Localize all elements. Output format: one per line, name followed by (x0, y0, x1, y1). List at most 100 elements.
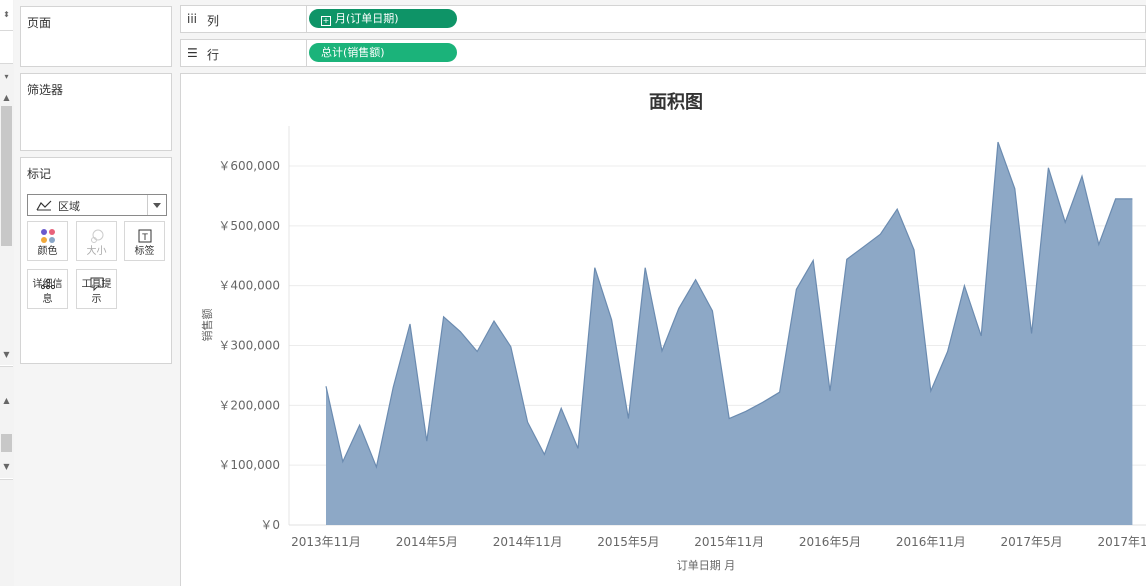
scroll-up-icon[interactable]: ▲ (2, 93, 11, 102)
x-tick-label: 2013年11月 (291, 535, 361, 549)
area-mark-icon (36, 200, 52, 211)
data-point[interactable] (375, 466, 378, 469)
data-point[interactable] (812, 259, 815, 262)
x-tick-label: 2014年5月 (396, 535, 458, 549)
data-point[interactable] (610, 318, 613, 321)
filters-card[interactable]: 筛选器 (20, 73, 172, 151)
expand-icon[interactable]: + (321, 16, 331, 26)
data-point[interactable] (1047, 166, 1050, 169)
data-point[interactable] (929, 390, 932, 393)
data-point[interactable] (778, 391, 781, 394)
strip-divider (0, 365, 13, 367)
y-axis-title: 销售额 (200, 309, 214, 342)
color-button[interactable]: 颜色 (27, 221, 68, 261)
data-point[interactable] (560, 407, 563, 410)
marks-card: 标记 区域 颜色 大小 T 标签 详细信息 工具提示 (20, 157, 172, 364)
data-point[interactable] (946, 350, 949, 353)
sort-arrows-icon[interactable]: ⬍ (2, 10, 11, 19)
data-point[interactable] (627, 417, 630, 420)
data-point[interactable] (1114, 197, 1117, 200)
marks-title: 标记 (27, 167, 52, 181)
label-button[interactable]: T 标签 (124, 221, 165, 261)
mark-type-label: 区域 (58, 200, 80, 213)
data-point[interactable] (459, 330, 462, 333)
x-tick-label: 2016年11月 (896, 535, 966, 549)
data-point[interactable] (829, 390, 832, 393)
data-point[interactable] (896, 208, 899, 211)
chevron-down-icon[interactable]: ▾ (2, 72, 11, 81)
tooltip-button[interactable]: 工具提示 (76, 269, 117, 309)
scrollbar-thumb[interactable] (1, 106, 12, 246)
scroll-down-icon[interactable]: ▼ (2, 462, 11, 471)
data-point[interactable] (879, 233, 882, 236)
data-point[interactable] (509, 345, 512, 348)
chevron-down-icon[interactable] (147, 195, 166, 215)
y-tick-label: ￥300,000 (218, 339, 280, 353)
x-tick-label: 2014年11月 (493, 535, 563, 549)
shelf-divider (306, 6, 307, 32)
data-point[interactable] (677, 307, 680, 310)
data-point[interactable] (442, 315, 445, 318)
filters-title: 筛选器 (27, 83, 64, 97)
mark-type-select[interactable]: 区域 (27, 194, 167, 216)
data-point[interactable] (661, 349, 664, 352)
data-point[interactable] (493, 320, 496, 323)
data-point[interactable] (325, 385, 328, 388)
area-chart[interactable]: ￥0 ￥100,000 ￥200,000 ￥300,000 ￥400,000 ￥500,0… (181, 74, 1146, 586)
data-point[interactable] (963, 284, 966, 287)
scroll-up-icon[interactable]: ▲ (2, 396, 11, 405)
rows-shelf[interactable]: ☰ 行 总计(销售额) (180, 39, 1146, 67)
data-point[interactable] (593, 266, 596, 269)
data-point[interactable] (728, 417, 731, 420)
data-point[interactable] (845, 258, 848, 261)
data-point[interactable] (862, 245, 865, 248)
size-button[interactable]: 大小 (76, 221, 117, 261)
data-point[interactable] (476, 350, 479, 353)
columns-shelf[interactable]: iii 列 + 月(订单日期) (180, 5, 1146, 33)
data-point[interactable] (358, 424, 361, 427)
data-point[interactable] (1064, 221, 1067, 224)
area-fill[interactable] (326, 142, 1133, 525)
data-point[interactable] (997, 141, 1000, 144)
detail-button[interactable]: 详细信息 (27, 269, 68, 309)
workspace: ⬍ ▾ ▲ ▼ ▲ ▼ 页面 筛选器 标记 区域 颜色 大小 T 标签 详细信息… (0, 0, 1146, 586)
data-point[interactable] (409, 323, 412, 326)
y-tick-label: ￥0 (260, 518, 280, 532)
data-point[interactable] (392, 386, 395, 389)
rows-pill[interactable]: 总计(销售额) (309, 43, 457, 62)
data-point[interactable] (745, 410, 748, 413)
strip-divider (0, 478, 13, 480)
data-point[interactable] (1081, 175, 1084, 178)
data-point[interactable] (795, 288, 798, 291)
data-point[interactable] (1097, 243, 1100, 246)
chart-view[interactable]: 面积图 ￥0 ￥100,000 ￥200,000 ￥300,000 ￥400,000 ￥5… (180, 73, 1146, 586)
data-point[interactable] (761, 401, 764, 404)
color-button-label: 颜色 (37, 246, 58, 257)
columns-pill-label: 月(订单日期) (335, 12, 399, 25)
scroll-down-icon[interactable]: ▼ (2, 350, 11, 359)
data-point[interactable] (425, 440, 428, 443)
columns-icon: iii (187, 12, 198, 26)
data-point[interactable] (913, 248, 916, 251)
data-point[interactable] (694, 278, 697, 281)
data-point[interactable] (543, 453, 546, 456)
pages-card[interactable]: 页面 (20, 6, 172, 67)
data-point[interactable] (1131, 197, 1134, 200)
columns-pill[interactable]: + 月(订单日期) (309, 9, 457, 28)
data-point[interactable] (1013, 187, 1016, 190)
data-point[interactable] (1030, 332, 1033, 335)
label-button-label: 标签 (134, 246, 155, 257)
side-strip: ⬍ ▾ ▲ ▼ ▲ ▼ (0, 0, 15, 586)
x-tick-label: 2015年11月 (694, 535, 764, 549)
data-point[interactable] (526, 421, 529, 424)
x-tick-label: 2017年5月 (1001, 535, 1063, 549)
shelf-divider (306, 40, 307, 66)
data-point[interactable] (577, 447, 580, 450)
y-tick-label: ￥400,000 (218, 279, 280, 293)
rows-icon: ☰ (187, 46, 198, 60)
data-point[interactable] (711, 309, 714, 312)
scrollbar-thumb[interactable] (1, 434, 12, 452)
data-point[interactable] (341, 460, 344, 463)
data-point[interactable] (644, 266, 647, 269)
data-point[interactable] (980, 334, 983, 337)
